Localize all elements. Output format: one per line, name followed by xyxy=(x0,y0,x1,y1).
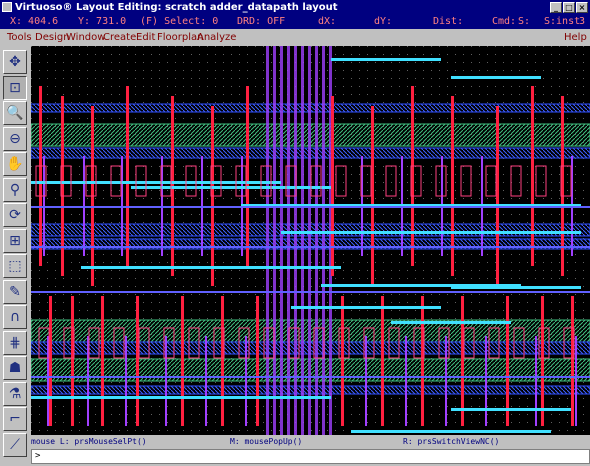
metal2-wire xyxy=(351,430,551,433)
poly-gate xyxy=(205,336,207,426)
poly-gate xyxy=(535,336,537,426)
close-button[interactable]: × xyxy=(576,1,588,13)
ruler-icon[interactable]: ⊞ xyxy=(3,228,27,253)
menu-analyze[interactable]: Analyze xyxy=(197,32,236,43)
drd-status: DRD: OFF xyxy=(237,16,286,27)
metal1-wire xyxy=(256,296,259,426)
metal2-wire xyxy=(31,396,331,399)
metal2-wire xyxy=(451,286,581,289)
cmd-readout: Cmd: xyxy=(492,16,517,27)
metal1-wire xyxy=(71,296,74,426)
poly-gate xyxy=(405,336,407,426)
layout-drawing[interactable] xyxy=(31,46,590,435)
mouse-left-binding: mouse L: prsMouseSelPt() xyxy=(31,437,147,446)
command-input[interactable]: > xyxy=(31,449,590,464)
poly-gate xyxy=(445,336,447,426)
dist-readout: Dist: xyxy=(433,16,464,27)
metal1-wire xyxy=(341,296,344,426)
sinst-readout: S:inst xyxy=(544,16,581,27)
path-icon[interactable]: ∩ xyxy=(3,305,27,329)
metal1-wire xyxy=(571,296,574,426)
zoom-out-icon[interactable]: ⊖ xyxy=(3,126,27,151)
menu-help[interactable]: Help xyxy=(564,32,587,43)
x-coord: X: 404.6 xyxy=(10,16,59,27)
metal1-wire xyxy=(49,296,52,426)
zoom-area-icon[interactable]: ⚲ xyxy=(3,177,27,202)
select-area-icon[interactable]: ⬚ xyxy=(3,254,27,278)
minimize-button[interactable]: _ xyxy=(550,1,562,13)
metal2-wire xyxy=(281,231,581,234)
menu-edit[interactable]: Edit xyxy=(136,32,155,43)
metal2-wire xyxy=(331,58,441,61)
metal1-wire xyxy=(381,296,384,426)
dy-readout: dY: xyxy=(374,16,393,27)
maximize-button[interactable]: □ xyxy=(563,1,575,13)
metal2-wire xyxy=(31,181,281,184)
metal1-wire xyxy=(136,296,139,426)
menu-bar: Tools Design Window Create Edit Floorpla… xyxy=(0,30,590,47)
metal2-wire xyxy=(451,76,541,79)
dx-readout: dX: xyxy=(318,16,337,27)
poly-gate xyxy=(575,336,577,426)
menu-tools[interactable]: Tools xyxy=(7,32,32,43)
metal1-wire xyxy=(331,96,334,276)
window-title: Virtuoso® Layout Editing: scratch adder_… xyxy=(15,1,338,13)
metal1-wire xyxy=(101,296,104,426)
mouse-bindings: mouse L: prsMouseSelPt() M: mousePopUp()… xyxy=(31,437,590,448)
mouse-right-binding: R: prsSwitchViewNC() xyxy=(403,437,500,446)
hand-icon[interactable]: ✋ xyxy=(3,152,27,176)
poly-gate xyxy=(125,336,127,426)
metal1-wire xyxy=(541,296,544,426)
app-icon[interactable] xyxy=(2,2,12,12)
count-readout: 3 xyxy=(579,16,586,27)
pan-icon[interactable]: ✥ xyxy=(3,50,27,74)
metal3-wire xyxy=(31,246,590,248)
stretch-icon[interactable]: ⟋ xyxy=(3,432,27,457)
metal2-wire xyxy=(451,408,571,411)
s-readout: S: xyxy=(518,16,531,27)
metal2-wire xyxy=(391,321,511,324)
metal1-wire xyxy=(39,86,42,266)
metal3-wire xyxy=(31,206,590,208)
poly-gate xyxy=(245,336,247,426)
poly-gate xyxy=(485,336,487,426)
select-count: (F) Select: 0 xyxy=(140,16,219,27)
wire-icon[interactable]: ⌐ xyxy=(3,407,27,431)
zoom-fit-icon[interactable]: ⊡ xyxy=(3,75,27,100)
menu-create[interactable]: Create xyxy=(103,32,136,43)
metal1-wire xyxy=(531,86,534,266)
zoom-in-icon[interactable]: 🔍 xyxy=(3,101,27,125)
metal1-wire xyxy=(421,296,424,426)
poly-gate xyxy=(165,336,167,426)
y-coord: Y: 731.0 xyxy=(78,16,127,27)
status-bar: X: 404.6 Y: 731.0 (F) Select: 0 DRD: OFF… xyxy=(0,14,590,29)
pencil-icon[interactable]: ✎ xyxy=(3,279,27,304)
redraw-icon[interactable]: ⟳ xyxy=(3,203,27,227)
hierarchy-icon[interactable]: ☗ xyxy=(3,356,27,380)
mouse-middle-binding: M: mousePopUp() xyxy=(230,437,303,446)
poly-gate xyxy=(365,336,367,426)
metal1-wire xyxy=(126,86,129,266)
menu-window[interactable]: Window xyxy=(66,32,105,43)
icon-toolbar: ✥ ⊡ 🔍 ⊖ ✋ ⚲ ⟳ ⊞ ⬚ ✎ ∩ ⋕ ☗ ⚗ ⌐ ⟋ xyxy=(0,46,31,466)
title-bar: Virtuoso® Layout Editing: scratch adder_… xyxy=(0,0,590,14)
metal2-wire xyxy=(291,306,441,309)
menu-design[interactable]: Design xyxy=(35,32,70,43)
metal1-wire xyxy=(181,296,184,426)
metal3-wire xyxy=(31,376,590,378)
metal1-wire xyxy=(506,296,509,426)
metal1-wire xyxy=(221,296,224,426)
layout-canvas[interactable] xyxy=(31,46,590,435)
metal1-wire xyxy=(461,296,464,426)
metal3-wire xyxy=(31,291,590,293)
probe-icon[interactable]: ⚗ xyxy=(3,381,27,406)
metal1-wire xyxy=(451,96,454,276)
metal2-wire xyxy=(81,266,341,269)
grid-icon[interactable]: ⋕ xyxy=(3,330,27,355)
